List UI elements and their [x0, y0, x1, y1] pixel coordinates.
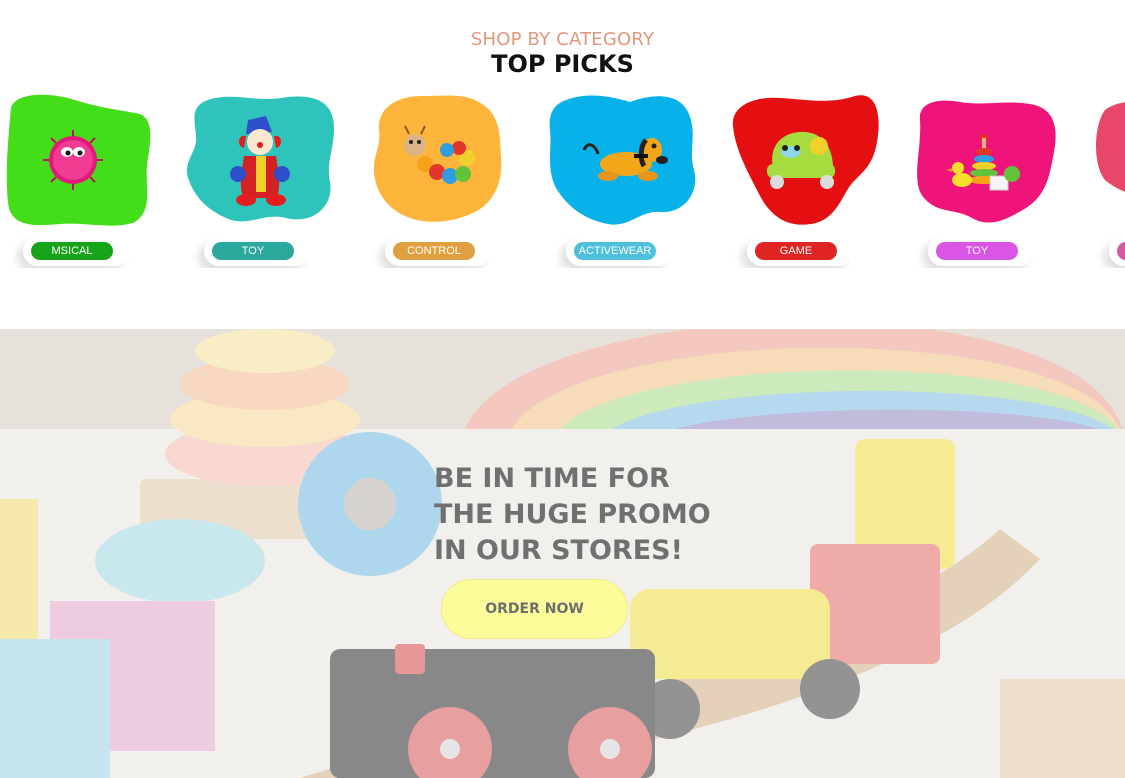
- promo-banner: BE IN TIME FOR THE HUGE PROMO IN OUR STO…: [0, 329, 1125, 778]
- category-blob: [1096, 102, 1125, 192]
- category-label: TOY: [212, 242, 294, 260]
- category-pill[interactable]: ACTIVEWEAR: [566, 236, 672, 266]
- clown-doll-icon: [230, 116, 290, 206]
- plush-dog-icon: [582, 138, 668, 181]
- category-card-toy-2[interactable]: TOY: [910, 90, 1070, 268]
- category-pill[interactable]: MSICAL: [23, 236, 129, 266]
- category-pill[interactable]: TOY: [928, 236, 1034, 266]
- category-card-game[interactable]: GAME: [729, 90, 889, 268]
- fluffy-ball-icon: [43, 130, 103, 190]
- stacking-rings-icon: [946, 134, 1020, 191]
- category-label: [1117, 242, 1125, 260]
- promo-headline-line-2: THE HUGE PROMO: [434, 499, 711, 530]
- section-kicker: SHOP BY CATEGORY: [470, 29, 655, 50]
- category-label: CONTROL: [393, 242, 475, 260]
- category-card-musical[interactable]: MSICAL: [5, 90, 165, 268]
- category-label: TOY: [936, 242, 1018, 260]
- category-pill[interactable]: [1109, 236, 1125, 266]
- category-label: MSICAL: [31, 242, 113, 260]
- category-card-activewear[interactable]: ACTIVEWEAR: [548, 90, 708, 268]
- promo-headline-line-3: IN OUR STORES!: [434, 535, 683, 566]
- category-card-control[interactable]: CONTROL: [367, 90, 527, 268]
- promo-headline-line-1: BE IN TIME FOR: [434, 463, 670, 494]
- order-now-button[interactable]: ORDER NOW: [441, 579, 628, 639]
- category-pill[interactable]: CONTROL: [385, 236, 491, 266]
- top-picks-section: SHOP BY CATEGORY TOP PICKS MSICAL TOY CO…: [0, 0, 1125, 268]
- category-card-toy[interactable]: TOY: [186, 90, 346, 268]
- caterpillar-icon: [404, 125, 475, 184]
- category-pill[interactable]: TOY: [204, 236, 310, 266]
- category-card-partial[interactable]: [1091, 90, 1125, 268]
- category-label: GAME: [755, 242, 837, 260]
- toy-car-icon: [767, 131, 835, 189]
- section-title: TOP PICKS: [491, 50, 634, 78]
- category-label: ACTIVEWEAR: [574, 242, 656, 260]
- category-pill[interactable]: GAME: [747, 236, 853, 266]
- promo-headline: BE IN TIME FOR THE HUGE PROMO IN OUR STO…: [434, 461, 754, 569]
